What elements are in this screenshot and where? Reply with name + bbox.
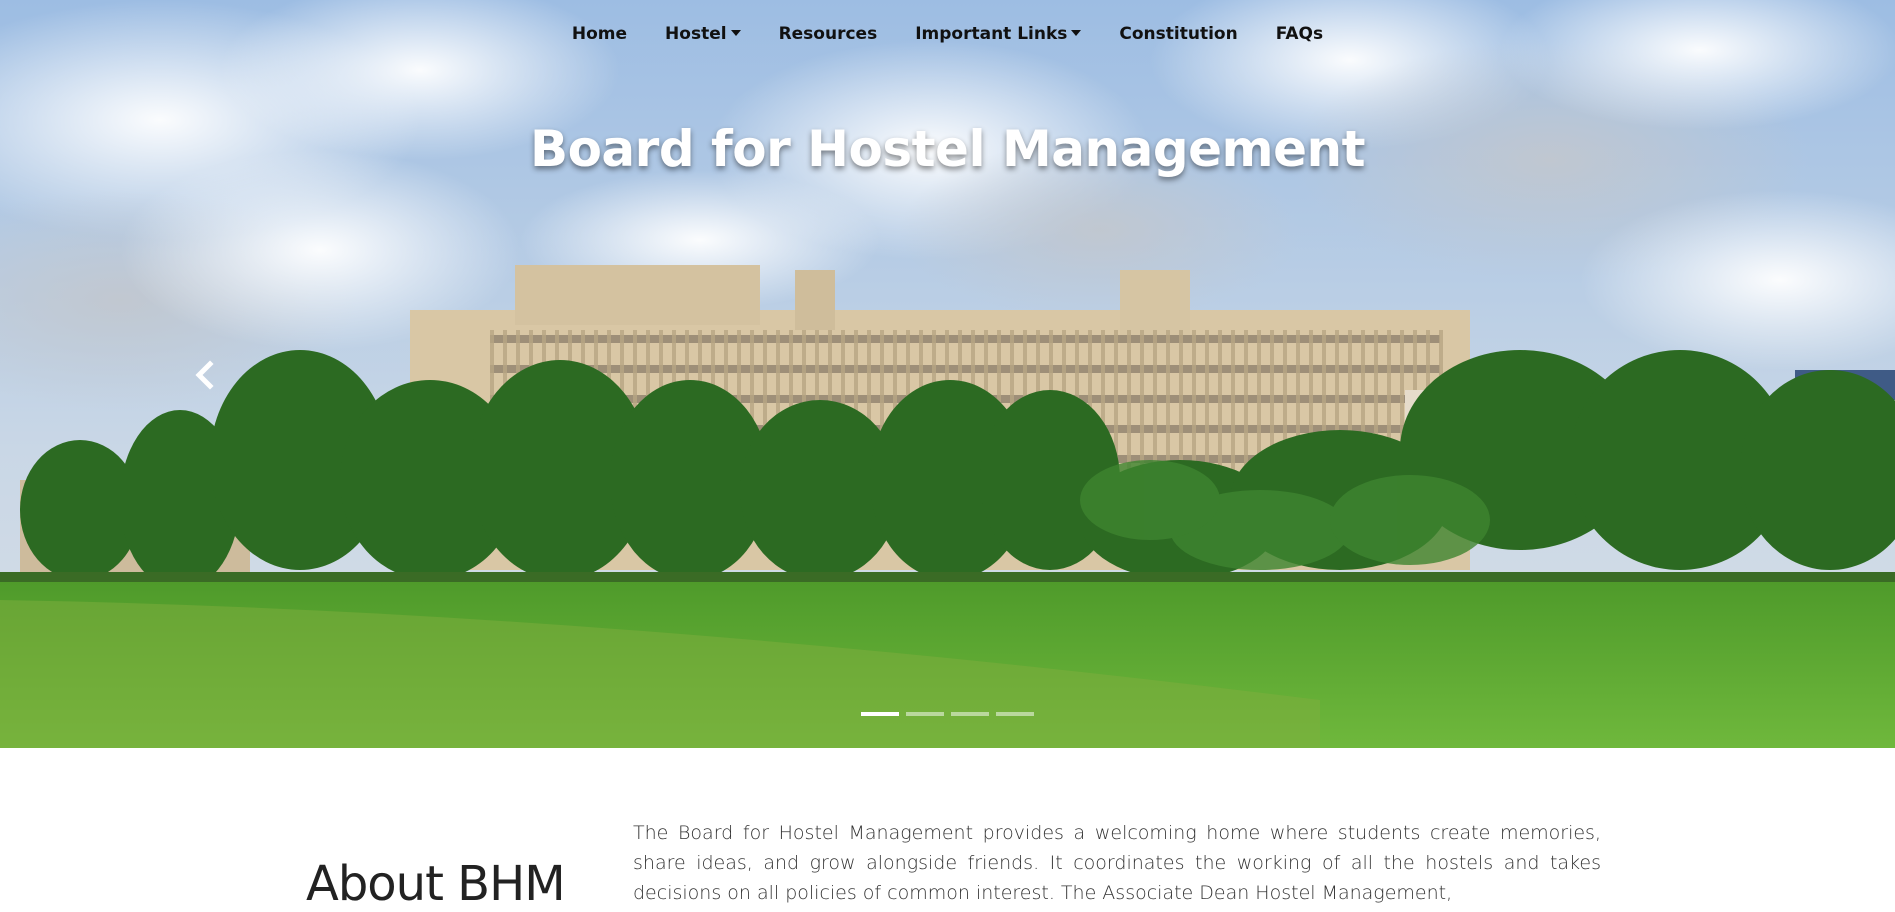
caret-down-icon (730, 30, 741, 36)
nav-faqs-label: FAQs (1275, 24, 1324, 44)
nav-resources[interactable]: Resources (779, 24, 878, 44)
nav-home[interactable]: Home (572, 24, 627, 44)
nav-hostel-dropdown[interactable]: Hostel (665, 24, 741, 44)
nav-constitution-label: Constitution (1119, 24, 1238, 44)
about-title: About BHM (306, 856, 566, 912)
carousel-indicator-4[interactable] (996, 712, 1034, 716)
carousel-prev-button[interactable] (190, 360, 220, 390)
nav-important-links-label: Important Links (915, 24, 1068, 44)
hero-title: Board for Hostel Management (529, 120, 1366, 178)
nav-hostel-label: Hostel (665, 24, 727, 44)
caret-down-icon (1071, 30, 1082, 36)
main-nav: Home Hostel Resources Important Links Co… (0, 24, 1895, 44)
carousel-indicators (0, 712, 1895, 716)
hero-carousel: Home Hostel Resources Important Links Co… (0, 0, 1895, 748)
nav-faqs[interactable]: FAQs (1276, 24, 1323, 44)
carousel-indicator-2[interactable] (906, 712, 944, 716)
carousel-indicator-1[interactable] (861, 712, 899, 716)
nav-constitution[interactable]: Constitution (1119, 24, 1237, 44)
hero-background-image (0, 0, 1895, 748)
chevron-left-icon (195, 360, 214, 390)
nav-important-links-dropdown[interactable]: Important Links (915, 24, 1082, 44)
nav-home-label: Home (571, 24, 628, 44)
carousel-indicator-3[interactable] (951, 712, 989, 716)
nav-resources-label: Resources (778, 24, 878, 44)
about-text: The Board for Hostel Management provides… (633, 822, 1601, 904)
